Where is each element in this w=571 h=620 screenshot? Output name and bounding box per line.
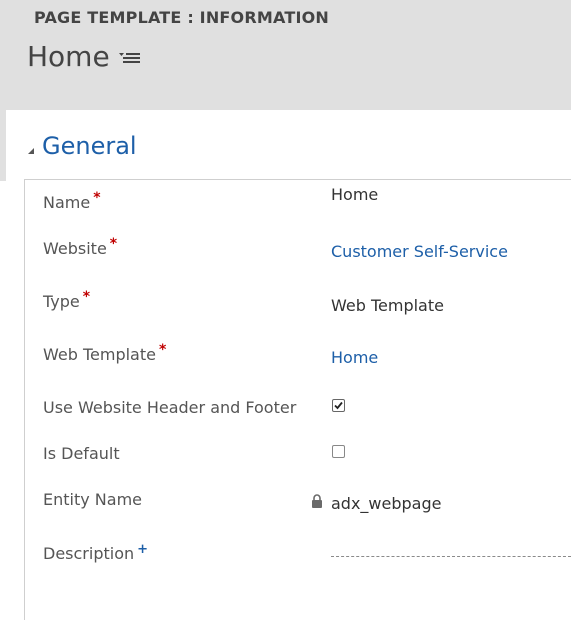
field-label-description: Description + — [43, 542, 149, 563]
recommended-marker: + — [137, 542, 149, 557]
field-value-entity-name: adx_webpage — [331, 494, 442, 513]
is-default-checkbox[interactable] — [332, 445, 345, 458]
field-value-type[interactable]: Web Template — [331, 296, 444, 315]
list-menu-icon[interactable] — [118, 45, 142, 69]
required-marker: * — [158, 342, 167, 358]
field-label-is-default: Is Default — [43, 444, 120, 463]
checkmark-icon — [334, 401, 343, 410]
field-label-website: Website * — [43, 236, 118, 258]
field-label-web-template: Web Template * — [43, 342, 167, 364]
use-header-footer-checkbox[interactable] — [332, 399, 345, 412]
triangle-collapse-icon[interactable] — [26, 141, 36, 154]
type-label-text: Type — [43, 292, 80, 311]
description-label-text: Description — [43, 544, 135, 563]
record-title: Home — [27, 40, 110, 73]
required-marker: * — [109, 236, 118, 252]
field-value-website-link[interactable]: Customer Self-Service — [331, 242, 508, 261]
left-strip — [0, 110, 6, 181]
required-marker: * — [82, 289, 91, 305]
field-label-entity-name: Entity Name — [43, 490, 142, 509]
name-label-text: Name — [43, 193, 91, 212]
record-title-row: Home — [27, 40, 142, 73]
form-header: PAGE TEMPLATE : INFORMATION Home — [0, 0, 571, 110]
field-value-web-template-link[interactable]: Home — [331, 348, 378, 367]
field-label-type: Type * — [43, 289, 91, 311]
field-label-name: Name * — [43, 190, 101, 212]
entity-type-label: PAGE TEMPLATE : INFORMATION — [34, 8, 330, 27]
web-template-label-text: Web Template — [43, 345, 156, 364]
description-input[interactable] — [331, 546, 571, 557]
field-value-name[interactable]: Home — [331, 185, 378, 204]
section-general-header[interactable]: General — [26, 132, 137, 160]
lock-icon — [311, 493, 323, 508]
section-title: General — [42, 132, 137, 160]
website-label-text: Website — [43, 239, 107, 258]
required-marker: * — [93, 190, 101, 206]
field-label-use-header-footer: Use Website Header and Footer — [43, 398, 297, 417]
